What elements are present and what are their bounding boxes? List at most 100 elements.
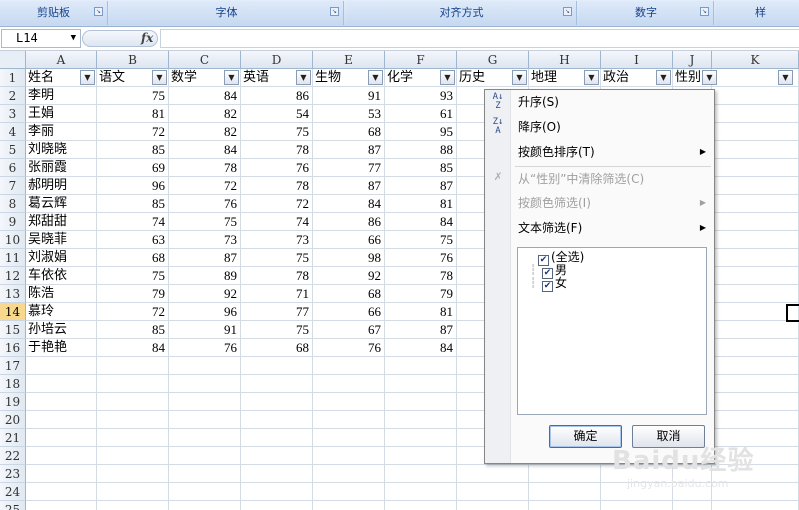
score-cell[interactable]: 68 bbox=[97, 249, 169, 267]
name-box-dropdown-icon[interactable]: ▼ bbox=[71, 30, 76, 47]
cell[interactable] bbox=[712, 249, 799, 267]
score-cell[interactable]: 74 bbox=[97, 213, 169, 231]
cell[interactable] bbox=[712, 87, 799, 105]
cell[interactable] bbox=[529, 483, 601, 501]
name-cell[interactable]: 葛云辉 bbox=[26, 195, 97, 213]
row-header-5[interactable]: 5 bbox=[0, 141, 26, 159]
cell[interactable] bbox=[313, 357, 385, 375]
formula-expand-pill[interactable]: fx bbox=[82, 30, 158, 47]
score-cell[interactable]: 68 bbox=[313, 123, 385, 141]
score-cell[interactable]: 77 bbox=[241, 303, 313, 321]
score-cell[interactable]: 92 bbox=[169, 285, 241, 303]
name-cell[interactable]: 慕玲 bbox=[26, 303, 97, 321]
row-header-16[interactable]: 16 bbox=[0, 339, 26, 357]
cell[interactable] bbox=[385, 501, 457, 510]
cell[interactable] bbox=[97, 411, 169, 429]
cell[interactable] bbox=[169, 501, 241, 510]
filter-dropdown-button[interactable]: ▼ bbox=[80, 70, 95, 85]
score-cell[interactable]: 66 bbox=[313, 303, 385, 321]
filter-dropdown-button[interactable]: ▼ bbox=[152, 70, 167, 85]
score-cell[interactable]: 84 bbox=[169, 87, 241, 105]
cell[interactable] bbox=[241, 447, 313, 465]
column-header-f[interactable]: F bbox=[385, 51, 457, 69]
score-cell[interactable]: 96 bbox=[169, 303, 241, 321]
name-cell[interactable]: 刘晓晓 bbox=[26, 141, 97, 159]
cell[interactable] bbox=[97, 447, 169, 465]
cell[interactable] bbox=[313, 429, 385, 447]
header-cell[interactable]: 语文 ▼ bbox=[97, 69, 169, 87]
cell[interactable] bbox=[169, 393, 241, 411]
name-cell[interactable]: 李丽 bbox=[26, 123, 97, 141]
filter-dropdown-button[interactable]: ▼ bbox=[296, 70, 311, 85]
cell[interactable] bbox=[313, 393, 385, 411]
cell[interactable] bbox=[313, 375, 385, 393]
dialog-launcher-icon[interactable]: ↘ bbox=[700, 7, 709, 16]
row-header-8[interactable]: 8 bbox=[0, 195, 26, 213]
cell[interactable] bbox=[712, 285, 799, 303]
cell[interactable] bbox=[712, 501, 799, 510]
cell[interactable]: ▼ bbox=[712, 69, 799, 87]
dialog-launcher-icon[interactable]: ↘ bbox=[330, 7, 339, 16]
name-cell[interactable]: 孙培云 bbox=[26, 321, 97, 339]
name-cell[interactable]: 张丽霞 bbox=[26, 159, 97, 177]
cell[interactable] bbox=[712, 393, 799, 411]
header-cell[interactable]: 政治 ▼ bbox=[601, 69, 673, 87]
column-header-c[interactable]: C bbox=[169, 51, 241, 69]
row-header-11[interactable]: 11 bbox=[0, 249, 26, 267]
cell[interactable] bbox=[385, 375, 457, 393]
score-cell[interactable]: 75 bbox=[241, 123, 313, 141]
row-header-25[interactable]: 25 bbox=[0, 501, 26, 510]
score-cell[interactable]: 86 bbox=[313, 213, 385, 231]
row-header-17[interactable]: 17 bbox=[0, 357, 26, 375]
score-cell[interactable]: 82 bbox=[169, 123, 241, 141]
cell[interactable] bbox=[313, 465, 385, 483]
score-cell[interactable]: 82 bbox=[169, 105, 241, 123]
score-cell[interactable]: 79 bbox=[385, 285, 457, 303]
cell[interactable] bbox=[712, 177, 799, 195]
name-cell[interactable]: 郝明明 bbox=[26, 177, 97, 195]
dialog-launcher-icon[interactable]: ↘ bbox=[94, 7, 103, 16]
cell[interactable] bbox=[169, 465, 241, 483]
row-header-14[interactable]: 14 bbox=[0, 303, 26, 321]
score-cell[interactable]: 54 bbox=[241, 105, 313, 123]
column-header-h[interactable]: H bbox=[529, 51, 601, 69]
score-cell[interactable]: 98 bbox=[313, 249, 385, 267]
header-cell[interactable]: 化学 ▼ bbox=[385, 69, 457, 87]
score-cell[interactable]: 75 bbox=[97, 267, 169, 285]
header-cell[interactable]: 英语 ▼ bbox=[241, 69, 313, 87]
filter-values-list[interactable]: ✔ (全选) ┆ ✔ 男 ┆ ✔ 女 bbox=[517, 247, 707, 415]
score-cell[interactable]: 75 bbox=[169, 213, 241, 231]
score-cell[interactable]: 75 bbox=[97, 87, 169, 105]
cell[interactable] bbox=[241, 429, 313, 447]
score-cell[interactable]: 75 bbox=[241, 249, 313, 267]
score-cell[interactable]: 84 bbox=[97, 339, 169, 357]
score-cell[interactable]: 93 bbox=[385, 87, 457, 105]
score-cell[interactable]: 85 bbox=[385, 159, 457, 177]
score-cell[interactable]: 53 bbox=[313, 105, 385, 123]
score-cell[interactable]: 69 bbox=[97, 159, 169, 177]
filter-dropdown-button[interactable]: ▼ bbox=[584, 70, 599, 85]
cell[interactable] bbox=[712, 105, 799, 123]
score-cell[interactable]: 87 bbox=[169, 249, 241, 267]
score-cell[interactable]: 87 bbox=[385, 177, 457, 195]
cell[interactable] bbox=[97, 465, 169, 483]
score-cell[interactable]: 88 bbox=[385, 141, 457, 159]
score-cell[interactable]: 91 bbox=[313, 87, 385, 105]
cell[interactable] bbox=[313, 411, 385, 429]
score-cell[interactable]: 76 bbox=[241, 159, 313, 177]
cell[interactable] bbox=[169, 411, 241, 429]
cell[interactable] bbox=[97, 375, 169, 393]
cell[interactable] bbox=[673, 501, 712, 510]
column-header-j[interactable]: J bbox=[673, 51, 712, 69]
score-cell[interactable]: 96 bbox=[97, 177, 169, 195]
score-cell[interactable]: 75 bbox=[385, 231, 457, 249]
score-cell[interactable]: 78 bbox=[241, 141, 313, 159]
cell[interactable] bbox=[169, 429, 241, 447]
fx-icon[interactable]: fx bbox=[141, 31, 153, 46]
score-cell[interactable]: 76 bbox=[385, 249, 457, 267]
cell[interactable] bbox=[26, 447, 97, 465]
name-cell[interactable]: 吴晓菲 bbox=[26, 231, 97, 249]
cell[interactable] bbox=[385, 483, 457, 501]
cell[interactable] bbox=[313, 447, 385, 465]
row-header-13[interactable]: 13 bbox=[0, 285, 26, 303]
